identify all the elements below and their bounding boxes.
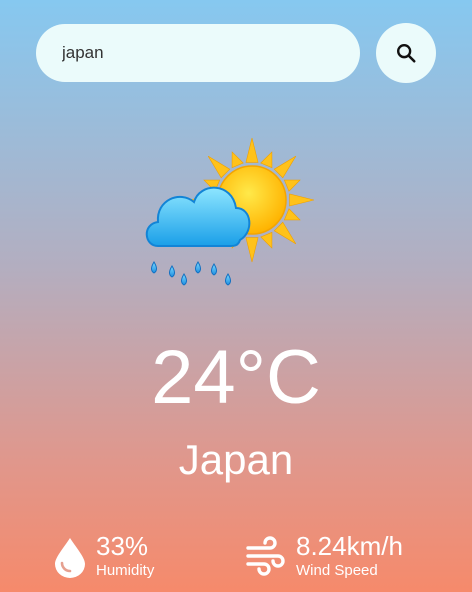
sun-ray bbox=[273, 221, 297, 245]
humidity-stat: 33% Humidity bbox=[52, 530, 154, 580]
sun-ray bbox=[245, 137, 259, 163]
sun-ray bbox=[207, 155, 231, 179]
humidity-value: 33% bbox=[96, 531, 149, 561]
wind-label: Wind Speed bbox=[296, 562, 378, 579]
rain-sun-icon bbox=[145, 137, 315, 286]
humidity-label: Humidity bbox=[96, 562, 155, 579]
sun-ray bbox=[260, 231, 273, 249]
sun-ray bbox=[260, 151, 273, 169]
sun-ray bbox=[273, 155, 297, 179]
temperature: 24°C bbox=[151, 335, 321, 420]
weather-card: 24°C Japan 33% Humidity 8.24km/h Wind Sp… bbox=[0, 0, 472, 592]
wind-value: 8.24km/h bbox=[296, 531, 403, 561]
city-name: Japan bbox=[178, 436, 294, 483]
search-bar[interactable] bbox=[36, 24, 360, 82]
sun-ray bbox=[289, 193, 315, 207]
search-input[interactable] bbox=[60, 42, 336, 64]
search-icon bbox=[397, 44, 416, 63]
water-drop-icon bbox=[55, 538, 85, 578]
sun-ray bbox=[283, 208, 301, 221]
wind-icon bbox=[246, 536, 285, 576]
wind-stat: 8.24km/h Wind Speed bbox=[244, 530, 403, 580]
search-button[interactable] bbox=[376, 23, 436, 83]
sun-ray bbox=[283, 179, 301, 192]
sun-ray bbox=[245, 237, 259, 263]
sun-ray bbox=[231, 151, 244, 169]
